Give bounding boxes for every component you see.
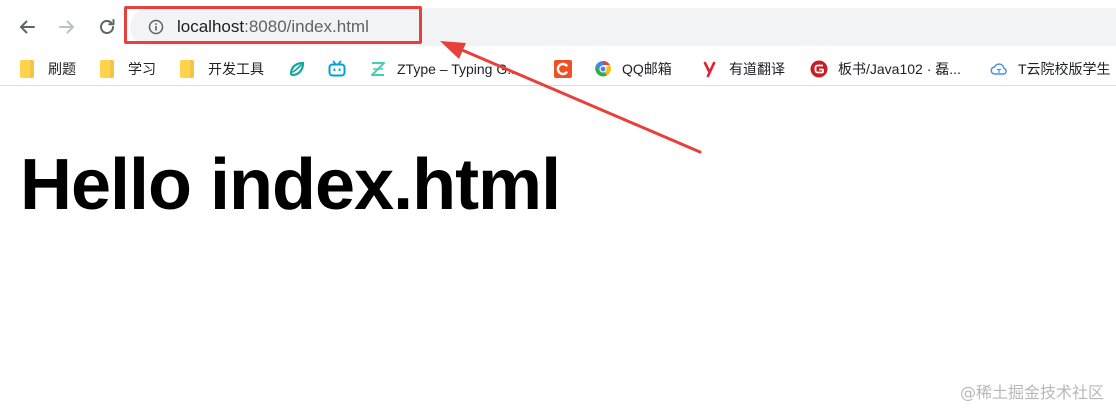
watermark: @稀土掘金技术社区 xyxy=(959,383,1104,402)
bookmark-qqmail[interactable]: QQ邮箱 xyxy=(594,52,672,86)
bookmark-gitee[interactable]: 板书/Java102 · 磊... xyxy=(810,52,961,86)
youdao-icon xyxy=(703,61,716,78)
bookmark-folder-shuati[interactable]: 刷题 xyxy=(20,52,76,86)
info-icon[interactable] xyxy=(148,19,164,35)
leaf-logo-icon xyxy=(289,61,305,77)
bookmark-bilibili[interactable] xyxy=(328,52,346,86)
url-path: :8080/index.html xyxy=(244,17,369,36)
url-host: localhost xyxy=(177,17,245,36)
bookmark-c-logo[interactable] xyxy=(554,52,572,86)
forward-button[interactable] xyxy=(50,10,84,44)
bookmark-label: T云院校版学生 xyxy=(1018,61,1111,77)
arrow-right-icon xyxy=(59,20,74,34)
folder-icon xyxy=(100,60,114,78)
reload-icon xyxy=(100,19,115,34)
bookmark-label: 开发工具 xyxy=(208,61,264,77)
folder-icon xyxy=(20,60,34,78)
gitee-icon xyxy=(810,60,828,78)
arrow-left-icon xyxy=(20,20,35,34)
browser-toolbar: localhost:8080/index.html xyxy=(0,0,1116,52)
back-button[interactable] xyxy=(10,10,44,44)
cloud-icon xyxy=(990,63,1007,75)
bookmark-ztype[interactable]: ZType – Typing G... xyxy=(369,52,519,86)
bookmark-label: 学习 xyxy=(128,61,156,77)
bookmark-tcloud[interactable]: T云院校版学生 xyxy=(990,52,1111,86)
reload-button[interactable] xyxy=(90,10,124,44)
url-text[interactable]: localhost:8080/index.html xyxy=(177,16,369,38)
page-heading: Hello index.html xyxy=(20,145,561,225)
folder-icon xyxy=(180,60,194,78)
bookmark-label: ZType – Typing G... xyxy=(397,61,519,77)
bookmark-folder-xuexi[interactable]: 学习 xyxy=(100,52,156,86)
qqmail-icon xyxy=(595,60,611,77)
bookmark-label: 有道翻译 xyxy=(729,61,785,77)
bookmark-leaf[interactable] xyxy=(288,52,306,86)
bookmark-label: QQ邮箱 xyxy=(622,61,672,77)
bookmark-youdao[interactable]: 有道翻译 xyxy=(701,52,785,86)
ztype-icon xyxy=(371,62,385,76)
bookmark-folder-kaifagongju[interactable]: 开发工具 xyxy=(180,52,264,86)
bookmark-label: 板书/Java102 · 磊... xyxy=(838,61,961,77)
c-logo-icon xyxy=(554,60,572,78)
bookmark-label: 刷题 xyxy=(48,61,76,77)
bilibili-icon xyxy=(328,60,346,77)
bookmarks-bar: 刷题 学习 开发工具 ZType – Typing G... QQ邮箱 有道翻译… xyxy=(0,52,1116,86)
